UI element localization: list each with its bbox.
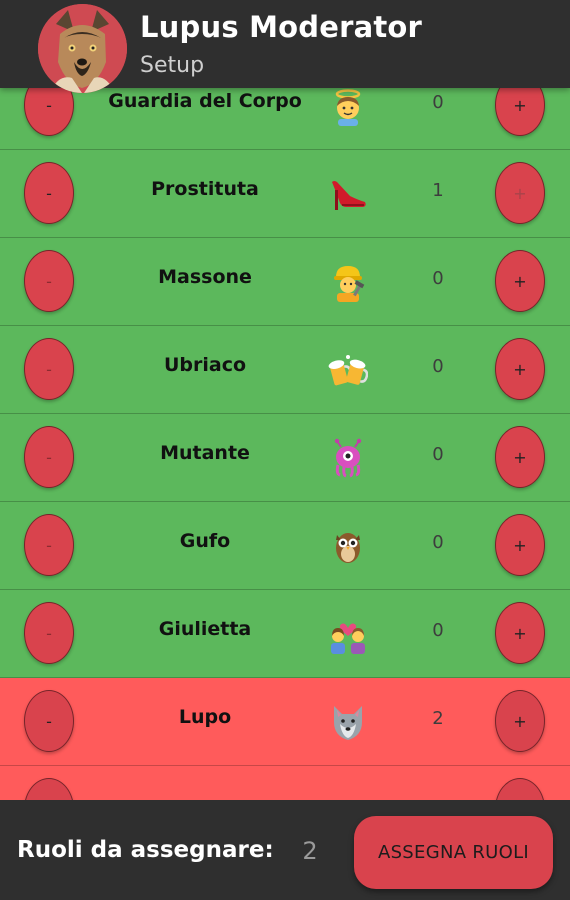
increase-button[interactable]: + bbox=[495, 426, 545, 488]
wolf-icon bbox=[328, 702, 368, 742]
role-name: Gufo bbox=[179, 530, 231, 552]
bottom-bar: Ruoli da assegnare: 2 ASSEGNA RUOLI bbox=[0, 800, 570, 900]
role-row-mutante: - Mutante 0 + bbox=[0, 414, 570, 502]
role-count: 0 bbox=[432, 268, 444, 289]
decrease-button[interactable]: - bbox=[24, 338, 74, 400]
decrease-button[interactable]: - bbox=[24, 250, 74, 312]
role-row-giulietta: - Giulietta 0 + bbox=[0, 590, 570, 678]
role-row-lupo: - Lupo 2 + bbox=[0, 678, 570, 766]
role-count: 0 bbox=[432, 620, 444, 641]
role-name: Prostituta bbox=[151, 178, 259, 200]
decrease-button[interactable] bbox=[24, 778, 74, 802]
role-count: 0 bbox=[432, 532, 444, 553]
alien-monster-icon bbox=[328, 438, 368, 478]
role-name: Mutante bbox=[160, 442, 250, 464]
increase-button[interactable]: + bbox=[495, 162, 545, 224]
angel-icon bbox=[328, 86, 368, 126]
role-count: 0 bbox=[432, 92, 444, 113]
assign-roles-button[interactable]: ASSEGNA RUOLI bbox=[354, 816, 553, 889]
role-name: Guardia del Corpo bbox=[108, 90, 302, 112]
role-row-gufo: - Gufo 0 + bbox=[0, 502, 570, 590]
increase-button[interactable] bbox=[495, 778, 545, 802]
role-name: Lupo bbox=[178, 706, 232, 728]
decrease-button[interactable]: - bbox=[24, 426, 74, 488]
role-count: 1 bbox=[432, 180, 444, 201]
app-subtitle: Setup bbox=[140, 53, 205, 78]
role-row-prostituta: - Prostituta 1 + bbox=[0, 150, 570, 238]
increase-button[interactable]: + bbox=[495, 690, 545, 752]
roles-to-assign-label: Ruoli da assegnare: bbox=[17, 837, 274, 863]
owl-icon bbox=[328, 526, 368, 566]
high-heel-icon bbox=[328, 174, 368, 214]
roles-to-assign-count: 2 bbox=[302, 837, 318, 865]
role-name: Massone bbox=[158, 266, 252, 288]
decrease-button[interactable]: - bbox=[24, 690, 74, 752]
role-row-massone: - Massone 0 + bbox=[0, 238, 570, 326]
role-count: 0 bbox=[432, 444, 444, 465]
hyena-avatar-icon bbox=[38, 4, 127, 93]
role-list[interactable]: - Guardia del Corpo 0 + - Prostituta 1 +… bbox=[0, 62, 570, 802]
role-row-partial bbox=[0, 766, 570, 802]
increase-button[interactable]: + bbox=[495, 602, 545, 664]
increase-button[interactable]: + bbox=[495, 338, 545, 400]
role-count: 2 bbox=[432, 708, 444, 729]
couple-heart-icon bbox=[328, 614, 368, 654]
app-title: Lupus Moderator bbox=[140, 10, 423, 44]
role-name: Ubriaco bbox=[163, 354, 247, 376]
increase-button[interactable]: + bbox=[495, 250, 545, 312]
app-header: Lupus Moderator Setup bbox=[0, 0, 570, 93]
increase-button[interactable]: + bbox=[495, 514, 545, 576]
beer-mugs-icon bbox=[328, 350, 369, 390]
role-name: Giulietta bbox=[158, 618, 252, 640]
app-screen: - Guardia del Corpo 0 + - Prostituta 1 +… bbox=[0, 0, 570, 900]
decrease-button[interactable]: - bbox=[24, 162, 74, 224]
decrease-button[interactable]: - bbox=[24, 602, 74, 664]
decrease-button[interactable]: - bbox=[24, 514, 74, 576]
construction-worker-icon bbox=[328, 262, 368, 302]
role-row-ubriaco: - Ubriaco 0 + bbox=[0, 326, 570, 414]
role-count: 0 bbox=[432, 356, 444, 377]
